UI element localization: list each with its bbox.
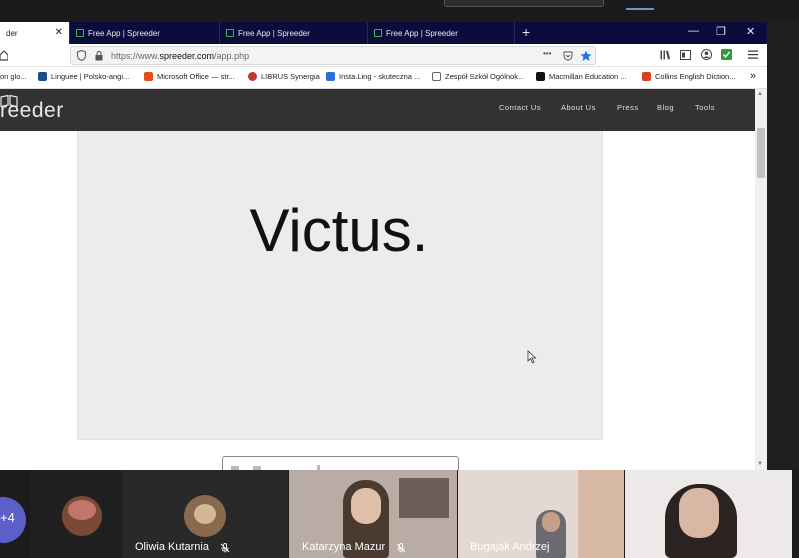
tab-label: Free App | Spreeder bbox=[386, 28, 458, 38]
minimize-button[interactable]: — bbox=[688, 25, 699, 37]
restore-button[interactable]: ❐ bbox=[716, 25, 726, 38]
tab-label: Free App | Spreeder bbox=[238, 28, 310, 38]
curtain bbox=[578, 470, 624, 558]
tab-label: Free App | Spreeder bbox=[88, 28, 160, 38]
active-indicator bbox=[626, 8, 654, 10]
mic-muted-icon bbox=[396, 543, 406, 553]
tab-strip: der ✕ Free App | Spreeder Free App | Spr… bbox=[0, 22, 767, 44]
instaling-icon bbox=[326, 72, 335, 81]
reader-controls[interactable] bbox=[222, 456, 459, 470]
person-face bbox=[542, 512, 560, 532]
participant-tile[interactable] bbox=[30, 470, 122, 558]
spreeder-favicon-icon bbox=[226, 29, 234, 37]
site-header: reeder Contact Us About Us Press Blog To… bbox=[0, 89, 755, 131]
spreeder-favicon-icon bbox=[76, 29, 84, 37]
bookmark-label: Microsoft Office — str... bbox=[157, 72, 235, 81]
spreeder-favicon-icon bbox=[374, 29, 382, 37]
menu-tools[interactable]: Tools bbox=[695, 103, 715, 112]
participant-name: Oliwia Kutarnia bbox=[135, 541, 209, 553]
bookmark-item[interactable]: on glo... bbox=[0, 72, 27, 81]
avatar-detail bbox=[68, 500, 96, 520]
macmillan-icon bbox=[536, 72, 545, 81]
url-text: https://www.spreeder.com/app.php bbox=[111, 51, 250, 61]
participant-tile[interactable] bbox=[625, 470, 792, 558]
mic-muted-icon bbox=[220, 543, 230, 553]
bookmark-label: Insta.Ling - skuteczna ... bbox=[339, 72, 421, 81]
bookmark-label: Linguee | Polsko-angi... bbox=[51, 72, 130, 81]
tab-1[interactable]: Free App | Spreeder bbox=[70, 22, 220, 44]
close-tab-icon[interactable]: ✕ bbox=[55, 27, 63, 38]
bookmark-item[interactable]: LIBRUS Synergia bbox=[248, 72, 320, 81]
participant-tile[interactable]: Oliwia Kutarnia bbox=[122, 470, 288, 558]
sidebar-icon[interactable] bbox=[680, 50, 691, 60]
bookmark-item[interactable]: Linguee | Polsko-angi... bbox=[38, 72, 129, 81]
tab-2[interactable]: Free App | Spreeder bbox=[220, 22, 368, 44]
linguee-icon bbox=[38, 72, 47, 81]
scroll-thumb[interactable] bbox=[757, 128, 765, 178]
bookmark-item[interactable]: Zespół Szkół Ogólnok... bbox=[432, 72, 524, 81]
shield-icon[interactable] bbox=[77, 50, 86, 61]
bookmarks-bar: on glo... Linguee | Polsko-angi... Micro… bbox=[0, 67, 767, 89]
library-icon[interactable] bbox=[660, 50, 670, 60]
home-icon[interactable] bbox=[0, 50, 8, 61]
mouse-cursor-icon bbox=[527, 350, 537, 364]
reader-panel: Victus. bbox=[77, 131, 603, 440]
share-toolbar-pill[interactable] bbox=[444, 0, 604, 7]
account-icon[interactable] bbox=[701, 49, 712, 60]
meeting-side-gap bbox=[767, 22, 799, 470]
page-content: Victus. bbox=[0, 131, 755, 470]
new-tab-button[interactable]: + bbox=[522, 24, 530, 40]
bookmark-label: Macmillan Education ... bbox=[549, 72, 627, 81]
scroll-down-icon[interactable]: ▼ bbox=[757, 461, 763, 467]
meeting-top-bar bbox=[0, 0, 799, 22]
site-logo[interactable]: reeder bbox=[0, 99, 64, 123]
menu-contact-us[interactable]: Contact Us bbox=[499, 103, 541, 112]
bookmarks-overflow-button[interactable]: » bbox=[750, 70, 756, 82]
reader-word: Victus. bbox=[249, 197, 429, 264]
bookmark-label: on glo... bbox=[0, 72, 27, 81]
office-icon bbox=[144, 72, 153, 81]
lock-icon[interactable] bbox=[95, 51, 103, 61]
person-face bbox=[351, 488, 381, 524]
person-face bbox=[679, 488, 719, 538]
participant-tile[interactable]: Katarzyna Mazur bbox=[289, 470, 457, 558]
librus-icon bbox=[248, 72, 257, 81]
collins-icon bbox=[642, 72, 651, 81]
bookmark-item[interactable]: Insta.Ling - skuteczna ... bbox=[326, 72, 420, 81]
bookmark-label: Collins English Diction... bbox=[655, 72, 736, 81]
bookmark-star-icon[interactable] bbox=[580, 50, 592, 62]
pocket-icon[interactable] bbox=[563, 51, 573, 61]
page-icon bbox=[432, 72, 441, 81]
avatar-detail bbox=[194, 504, 216, 524]
browser-window: der ✕ Free App | Spreeder Free App | Spr… bbox=[0, 22, 767, 470]
wall-collage bbox=[399, 478, 449, 518]
bookmark-label: LIBRUS Synergia bbox=[261, 72, 320, 81]
menu-about-us[interactable]: About Us bbox=[561, 103, 596, 112]
participant-name: Katarzyna Mazur bbox=[302, 541, 386, 553]
menu-press[interactable]: Press bbox=[617, 103, 639, 112]
participants-strip: +4 Oliwia Kutarnia Katarzyna Mazur Bugaj… bbox=[0, 470, 799, 558]
page-actions-icon[interactable]: ••• bbox=[543, 49, 551, 58]
participant-name: Bugajak Andrzej bbox=[470, 541, 550, 553]
menu-blog[interactable]: Blog bbox=[657, 103, 674, 112]
extension-check-icon[interactable] bbox=[721, 49, 732, 60]
tab-active[interactable]: der ✕ bbox=[0, 22, 70, 44]
tab-3[interactable]: Free App | Spreeder bbox=[368, 22, 515, 44]
close-window-button[interactable]: ✕ bbox=[746, 25, 755, 38]
scroll-up-icon[interactable]: ▲ bbox=[757, 91, 763, 97]
url-bar[interactable]: https://www.spreeder.com/app.php ••• bbox=[70, 46, 596, 65]
bookmark-item[interactable]: Collins English Diction... bbox=[642, 72, 735, 81]
more-participants-count: +4 bbox=[0, 510, 15, 525]
bookmark-item[interactable]: Macmillan Education ... bbox=[536, 72, 627, 81]
tab-label: der bbox=[6, 28, 18, 38]
bookmark-label: Zespół Szkół Ogólnok... bbox=[445, 72, 525, 81]
nav-toolbar: https://www.spreeder.com/app.php ••• bbox=[0, 44, 767, 67]
hamburger-menu-icon[interactable] bbox=[748, 50, 758, 59]
bookmark-item[interactable]: Microsoft Office — str... bbox=[144, 72, 235, 81]
participant-tile[interactable]: Bugajak Andrzej bbox=[458, 470, 624, 558]
